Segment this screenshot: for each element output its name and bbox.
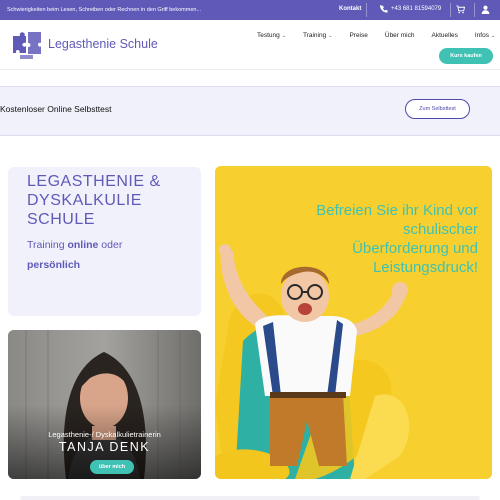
nav-item-preise[interactable]: Preise <box>349 32 367 39</box>
top-bar: Schwierigkeiten beim Lesen, Schreiben od… <box>0 0 500 20</box>
training-online: online <box>67 239 99 251</box>
title-line: LEGASTHENIE & <box>27 173 161 190</box>
page-title: LEGASTHENIE & DYSKALKULIE SCHULE <box>27 172 161 229</box>
training-prefix: Training <box>27 239 68 251</box>
nav-label: Infos <box>474 32 489 39</box>
cart-icon <box>456 5 466 14</box>
hero-banner: Befreien Sie ihr Kind vor schulischer Üb… <box>215 166 492 479</box>
nav-label: Über mich <box>384 32 415 39</box>
training-modes: Training online oder persönlich <box>27 235 122 275</box>
headline-line: Überforderung und <box>352 240 478 257</box>
headline-line: Befreien Sie ihr Kind vor <box>316 202 478 219</box>
trainer-photo <box>8 330 201 479</box>
promo-text: Schwierigkeiten beim Lesen, Schreiben od… <box>7 7 202 13</box>
nav-label: Preise <box>349 32 368 39</box>
nav-item-testung[interactable]: Testung ⌄ <box>257 32 286 39</box>
user-icon <box>481 5 490 14</box>
intro-card: LEGASTHENIE & DYSKALKULIE SCHULE Trainin… <box>8 167 201 316</box>
divider <box>366 3 367 17</box>
puzzle-logo-icon[interactable] <box>11 30 43 60</box>
section-divider <box>20 496 480 500</box>
main-nav: Testung ⌄ Training ⌄ Preise Über mich Ak… <box>257 32 495 39</box>
chevron-down-icon: ⌄ <box>490 32 496 39</box>
headline-line: schulischer <box>402 221 478 238</box>
phone-link[interactable]: +43 681 81594079 <box>380 5 441 13</box>
divider <box>450 3 451 17</box>
site-header: Legasthenie Schule Testung ⌄ Training ⌄ … <box>0 20 500 70</box>
selftest-button[interactable]: Zum Selbsttest <box>405 99 470 119</box>
buy-course-button[interactable]: Kurs kaufen <box>439 48 493 64</box>
hero-headline: Befreien Sie ihr Kind vor schulischer Üb… <box>258 201 478 277</box>
phone-icon <box>380 5 388 13</box>
trainer-name: TANJA DENK <box>58 440 151 454</box>
chevron-down-icon: ⌄ <box>281 32 286 39</box>
nav-label: Aktuelles <box>431 32 458 39</box>
selftest-banner: Kostenloser Online Selbsttest Zum Selbst… <box>0 86 500 136</box>
nav-item-aktuelles[interactable]: Aktuelles <box>432 32 458 39</box>
contact-link[interactable]: Kontakt <box>339 6 361 12</box>
nav-item-infos[interactable]: Infos ⌄ <box>475 32 495 39</box>
phone-number: +43 681 81594079 <box>391 6 442 12</box>
account-button[interactable] <box>481 5 490 16</box>
title-line: SCHULE <box>27 211 95 228</box>
nav-item-ueber-mich[interactable]: Über mich <box>385 32 415 39</box>
headline-line: Leistungsdruck! <box>372 259 478 276</box>
selftest-label: Kostenloser Online Selbsttest <box>0 104 112 114</box>
trainer-role: Legasthenie-/ Dyskalkulietrainerin <box>48 430 161 439</box>
divider <box>474 3 475 17</box>
title-line: DYSKALKULIE <box>27 192 142 209</box>
training-personal: persönlich <box>27 259 81 271</box>
nav-item-training[interactable]: Training ⌄ <box>303 32 332 39</box>
about-me-button[interactable]: über mich <box>90 460 134 474</box>
training-or: oder <box>98 239 123 251</box>
trainer-card: Legasthenie-/ Dyskalkulietrainerin TANJA… <box>8 330 201 479</box>
chevron-down-icon: ⌄ <box>328 32 333 39</box>
cart-button[interactable] <box>456 5 466 16</box>
nav-label: Training <box>302 32 327 39</box>
brand-name[interactable]: Legasthenie Schule <box>48 37 158 51</box>
nav-label: Testung <box>257 32 280 39</box>
